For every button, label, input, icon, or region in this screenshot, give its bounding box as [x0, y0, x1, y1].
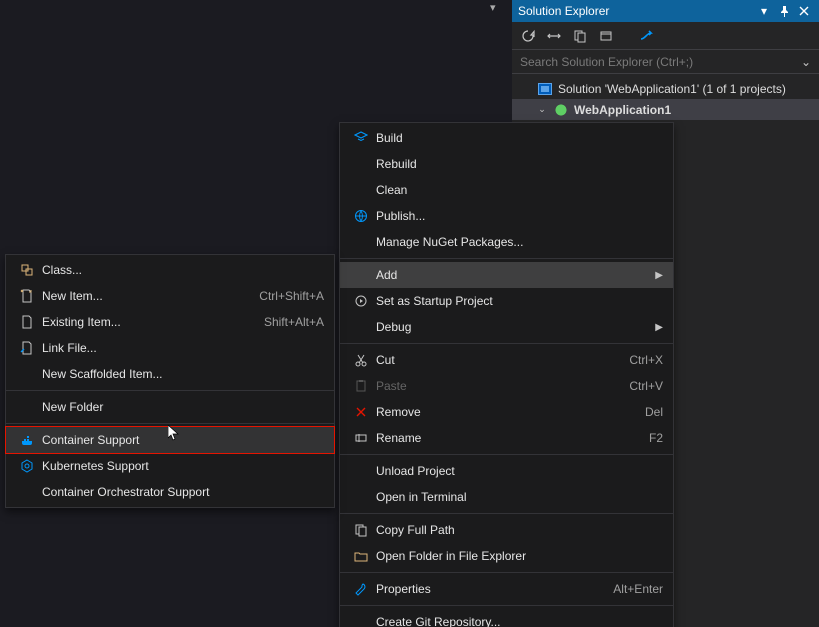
cut-icon — [350, 352, 372, 368]
search-box[interactable]: ⌄ — [512, 50, 819, 74]
menu-kubernetes[interactable]: Kubernetes Support — [6, 453, 334, 479]
menu-paste: PasteCtrl+V — [340, 373, 673, 399]
menu-terminal[interactable]: Open in Terminal — [340, 484, 673, 510]
menu-container-support[interactable]: Container Support — [6, 427, 334, 453]
copy-icon — [350, 522, 372, 538]
menu-separator — [340, 513, 673, 514]
startup-icon — [350, 293, 372, 309]
menu-separator — [340, 572, 673, 573]
menu-separator — [6, 423, 334, 424]
build-icon — [350, 130, 372, 146]
menu-remove[interactable]: RemoveDel — [340, 399, 673, 425]
project-context-menu: Build Rebuild Clean Publish... Manage Nu… — [339, 122, 674, 627]
copy-icon[interactable] — [570, 26, 590, 46]
sync-icon[interactable] — [544, 26, 564, 46]
menu-build[interactable]: Build — [340, 125, 673, 151]
menu-link-file[interactable]: Link File... — [6, 335, 334, 361]
submenu-arrow-icon: ▶ — [655, 270, 663, 281]
menu-separator — [340, 605, 673, 606]
menu-publish[interactable]: Publish... — [340, 203, 673, 229]
menu-add[interactable]: Add▶ — [340, 262, 673, 288]
add-submenu: Class... New Item...Ctrl+Shift+A Existin… — [5, 254, 335, 508]
project-label: WebApplication1 — [574, 103, 671, 117]
new-item-icon — [16, 288, 38, 304]
search-input[interactable] — [520, 55, 801, 69]
menu-git[interactable]: Create Git Repository... — [340, 609, 673, 627]
class-icon — [16, 262, 38, 278]
folder-icon — [350, 548, 372, 564]
container-icon — [16, 432, 38, 448]
menu-clean[interactable]: Clean — [340, 177, 673, 203]
menu-copy-path[interactable]: Copy Full Path — [340, 517, 673, 543]
panel-pin-icon[interactable] — [775, 2, 793, 20]
solution-icon — [537, 81, 553, 97]
submenu-arrow-icon: ▶ — [655, 322, 663, 333]
expander-icon[interactable]: ⌄ — [536, 104, 548, 115]
link-file-icon — [16, 340, 38, 356]
menu-properties[interactable]: PropertiesAlt+Enter — [340, 576, 673, 602]
paste-icon — [350, 378, 372, 394]
menu-debug[interactable]: Debug▶ — [340, 314, 673, 340]
panel-title-bar: Solution Explorer ▾ — [512, 0, 819, 22]
panel-dropdown-icon[interactable]: ▾ — [755, 2, 773, 20]
swoosh-icon[interactable] — [638, 26, 658, 46]
dropdown-icon[interactable]: ▾ — [490, 1, 496, 14]
remove-icon — [350, 404, 372, 420]
solution-node[interactable]: Solution 'WebApplication1' (1 of 1 proje… — [512, 78, 819, 99]
menu-orchestrator[interactable]: Container Orchestrator Support — [6, 479, 334, 505]
panel-toolbar — [512, 22, 819, 50]
menu-new-item[interactable]: New Item...Ctrl+Shift+A — [6, 283, 334, 309]
existing-item-icon — [16, 314, 38, 330]
chevron-down-icon[interactable]: ⌄ — [801, 55, 811, 69]
menu-new-folder[interactable]: New Folder — [6, 394, 334, 420]
menu-unload[interactable]: Unload Project — [340, 458, 673, 484]
refresh-icon[interactable] — [518, 26, 538, 46]
menu-file-explorer[interactable]: Open Folder in File Explorer — [340, 543, 673, 569]
solution-label: Solution 'WebApplication1' (1 of 1 proje… — [558, 82, 786, 96]
rename-icon — [350, 430, 372, 446]
csproj-icon — [553, 102, 569, 118]
menu-separator — [340, 454, 673, 455]
wrench-icon — [350, 581, 372, 597]
menu-rebuild[interactable]: Rebuild — [340, 151, 673, 177]
menu-separator — [6, 390, 334, 391]
publish-icon — [350, 208, 372, 224]
menu-class[interactable]: Class... — [6, 257, 334, 283]
new-window-icon[interactable] — [596, 26, 616, 46]
menu-startup[interactable]: Set as Startup Project — [340, 288, 673, 314]
menu-cut[interactable]: CutCtrl+X — [340, 347, 673, 373]
kubernetes-icon — [16, 458, 38, 474]
menu-rename[interactable]: RenameF2 — [340, 425, 673, 451]
panel-close-icon[interactable] — [795, 2, 813, 20]
menu-nuget[interactable]: Manage NuGet Packages... — [340, 229, 673, 255]
menu-existing-item[interactable]: Existing Item...Shift+Alt+A — [6, 309, 334, 335]
panel-title-text: Solution Explorer — [518, 4, 609, 18]
project-node[interactable]: ⌄ WebApplication1 — [512, 99, 819, 120]
menu-separator — [340, 258, 673, 259]
menu-scaffolded[interactable]: New Scaffolded Item... — [6, 361, 334, 387]
menu-separator — [340, 343, 673, 344]
